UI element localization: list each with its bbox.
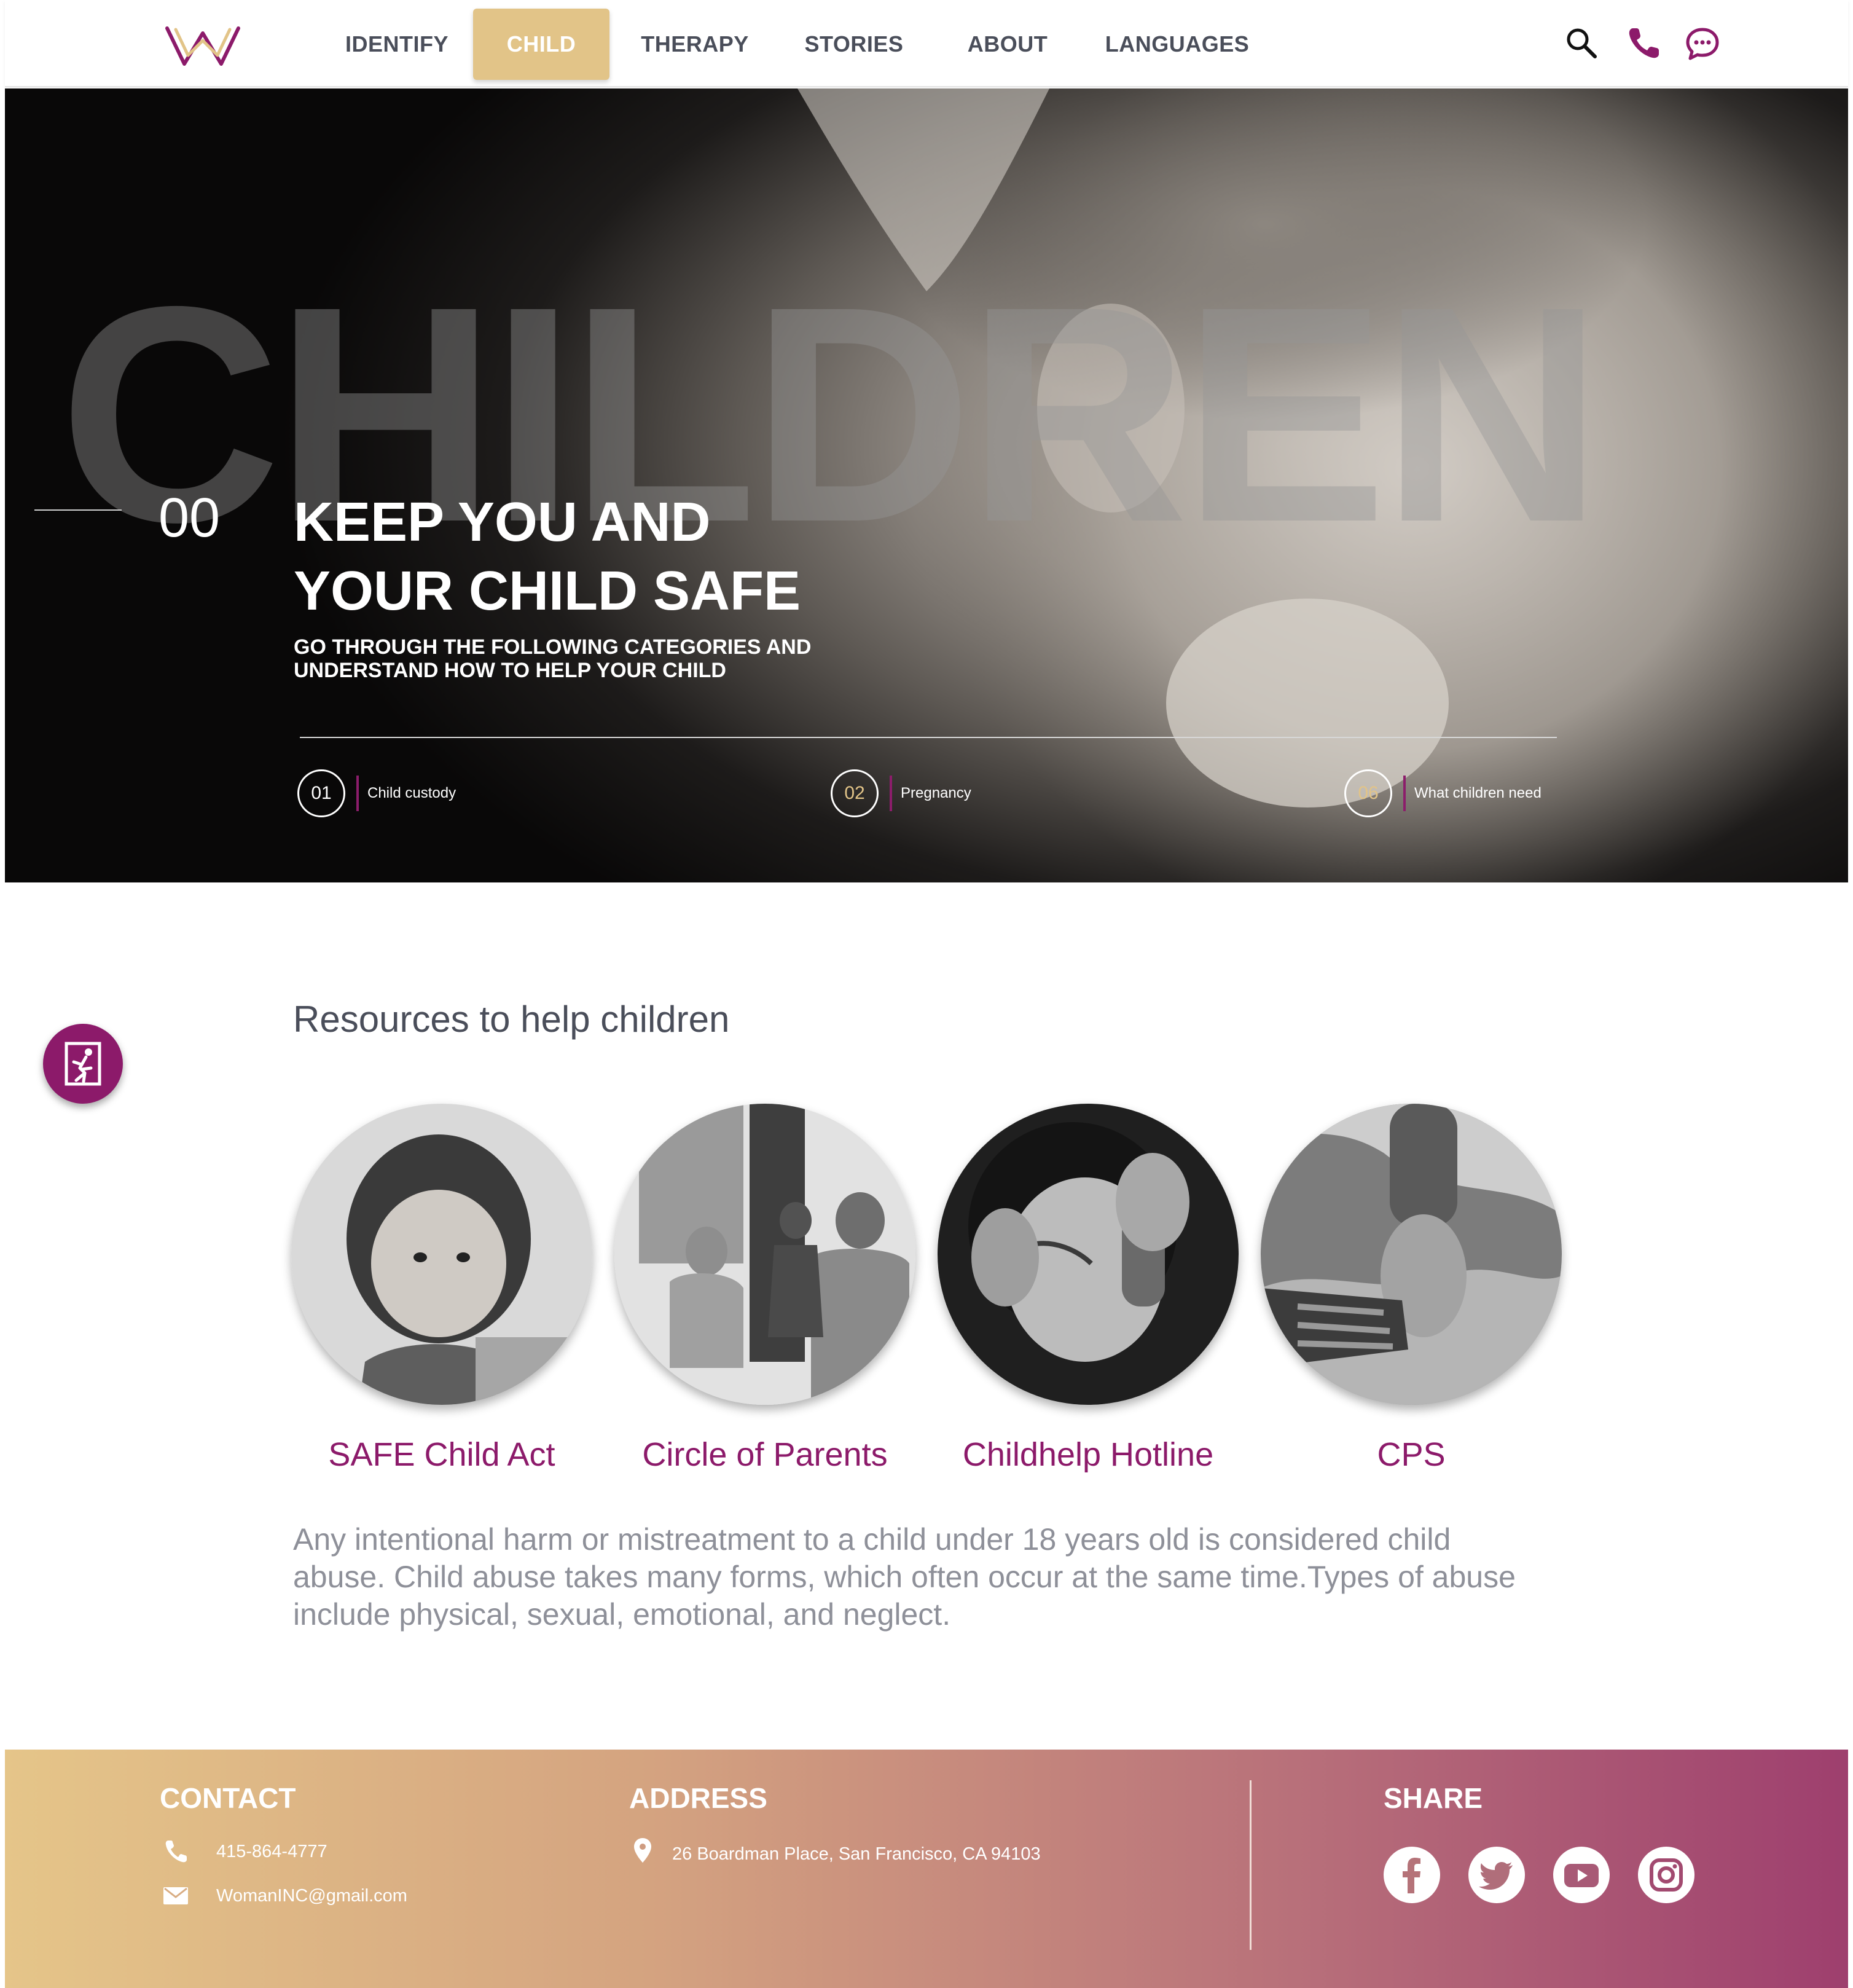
category-what-children-need[interactable]: 06 What children need: [1344, 769, 1590, 819]
category-number: 02: [831, 769, 879, 817]
category-number: 01: [297, 769, 345, 817]
chat-icon[interactable]: [1683, 25, 1722, 63]
facebook-button[interactable]: [1384, 1847, 1440, 1903]
resource-label: Childhelp Hotline: [962, 1436, 1214, 1473]
category-label: Pregnancy: [901, 785, 971, 801]
instagram-button[interactable]: [1638, 1847, 1694, 1903]
resource-label: Circle of Parents: [642, 1436, 888, 1473]
nav-item-about[interactable]: ABOUT: [946, 9, 1069, 80]
hero-title-line1: KEEP YOU AND: [294, 492, 711, 553]
hero-index-number: 00: [159, 487, 221, 549]
address-text: 26 Boardman Place, San Francisco, CA 941…: [672, 1844, 1041, 1864]
hero-subtitle-line2: UNDERSTAND HOW TO HELP YOUR CHILD: [294, 659, 726, 682]
resource-image: [291, 1104, 592, 1405]
category-accent-bar: [356, 776, 359, 811]
site-footer: CONTACT 415-864-4777 WomanINC@gmail.com …: [5, 1750, 1848, 1988]
hero-divider: [300, 737, 1557, 738]
contact-email[interactable]: WomanINC@gmail.com: [216, 1886, 407, 1906]
nav-item-stories[interactable]: STORIES: [793, 9, 915, 80]
description-line3: include physical, sexual, emotional, and…: [293, 1597, 951, 1632]
category-child-custody[interactable]: 01 Child custody: [297, 769, 494, 819]
instagram-icon: [1650, 1858, 1683, 1892]
location-pin-icon: [634, 1838, 651, 1863]
category-label: What children need: [1414, 785, 1542, 801]
woman-on-phone-photo: [938, 1104, 1239, 1405]
category-accent-bar: [1403, 776, 1406, 811]
twitter-button[interactable]: [1468, 1847, 1525, 1903]
child-abuse-description: Any intentional harm or mistreatment to …: [293, 1521, 1596, 1633]
hero-subtitle-line1: GO THROUGH THE FOLLOWING CATEGORIES AND: [294, 635, 812, 659]
nav-item-languages[interactable]: LANGUAGES: [1097, 9, 1257, 80]
email-icon: [163, 1887, 188, 1904]
category-accent-bar: [890, 776, 892, 811]
youtube-button[interactable]: [1553, 1847, 1610, 1903]
description-line1: Any intentional harm or mistreatment to …: [293, 1522, 1451, 1557]
hero-subtitle: GO THROUGH THE FOLLOWING CATEGORIES AND …: [294, 635, 908, 682]
quick-exit-button[interactable]: [43, 1024, 123, 1104]
phone-icon[interactable]: [1624, 25, 1663, 63]
contact-phone[interactable]: 415-864-4777: [216, 1842, 327, 1862]
top-nav: IDENTIFY CHILD THERAPY STORIES ABOUT LAN…: [5, 0, 1848, 87]
contact-heading: CONTACT: [160, 1782, 296, 1814]
category-number: 06: [1344, 769, 1392, 817]
description-line2: abuse. Child abuse takes many forms, whi…: [293, 1560, 1516, 1594]
twitter-icon: [1479, 1862, 1513, 1890]
youtube-icon: [1564, 1864, 1599, 1887]
support-group-photo: [614, 1104, 915, 1405]
hero-title: KEEP YOU AND YOUR CHILD SAFE: [294, 488, 1031, 626]
search-icon[interactable]: [1563, 25, 1601, 63]
resource-label: SAFE Child Act: [328, 1436, 555, 1473]
resource-image: [938, 1104, 1239, 1405]
resources-title: Resources to help children: [293, 999, 730, 1040]
nav-item-therapy[interactable]: THERAPY: [630, 9, 759, 80]
toddler-photo: [291, 1104, 592, 1405]
facebook-icon: [1403, 1858, 1420, 1893]
nav-item-child[interactable]: CHILD: [473, 9, 609, 80]
resource-label: CPS: [1377, 1436, 1446, 1473]
resource-image: [1261, 1104, 1562, 1405]
address-heading: ADDRESS: [629, 1782, 767, 1814]
holding-hands-photo: [1261, 1104, 1562, 1405]
hero-title-line2: YOUR CHILD SAFE: [294, 560, 801, 622]
hero-banner: CHILDREN 00 KEEP YOU AND YOUR CHILD SAFE…: [5, 88, 1848, 882]
share-heading: SHARE: [1384, 1782, 1483, 1814]
nav-item-identify[interactable]: IDENTIFY: [335, 9, 458, 80]
category-pregnancy[interactable]: 02 Pregnancy: [831, 769, 1015, 819]
phone-icon: [165, 1841, 187, 1863]
category-label: Child custody: [367, 785, 456, 801]
brand-logo-icon[interactable]: [163, 22, 242, 69]
hero-left-rule: [34, 509, 122, 511]
resource-image: [614, 1104, 915, 1405]
emergency-exit-icon: [65, 1042, 101, 1086]
footer-divider: [1250, 1780, 1252, 1950]
